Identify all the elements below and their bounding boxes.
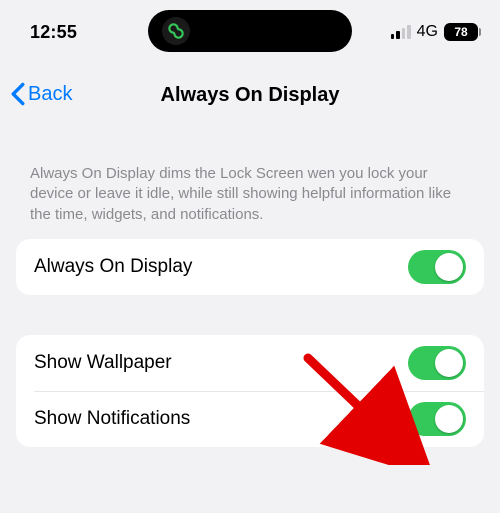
group-main-toggle: Always On Display <box>16 239 484 295</box>
cellular-signal-icon <box>391 25 411 39</box>
group-options: Show Wallpaper Show Notifications <box>16 335 484 447</box>
page-title: Always On Display <box>0 84 500 107</box>
nav-header: Back Always On Display <box>0 74 500 124</box>
status-right: 4G 78 <box>391 23 478 41</box>
island-activity-icon <box>162 17 190 45</box>
row-label: Show Notifications <box>34 408 190 430</box>
toggle-always-on-display[interactable] <box>408 250 466 284</box>
row-always-on-display[interactable]: Always On Display <box>16 239 484 295</box>
row-show-notifications[interactable]: Show Notifications <box>34 391 484 447</box>
settings-content: Always On Display dims the Lock Screen w… <box>0 124 500 447</box>
toggle-show-notifications[interactable] <box>408 402 466 436</box>
row-label: Show Wallpaper <box>34 352 172 374</box>
cellular-type: 4G <box>417 23 438 41</box>
battery-level: 78 <box>454 25 467 39</box>
status-time: 12:55 <box>30 22 77 43</box>
row-show-wallpaper[interactable]: Show Wallpaper <box>16 335 484 391</box>
battery-icon: 78 <box>444 23 478 41</box>
section-description: Always On Display dims the Lock Screen w… <box>16 164 484 239</box>
toggle-show-wallpaper[interactable] <box>408 346 466 380</box>
status-bar: 12:55 4G 78 <box>0 0 500 54</box>
row-label: Always On Display <box>34 256 192 278</box>
dynamic-island <box>148 10 352 52</box>
